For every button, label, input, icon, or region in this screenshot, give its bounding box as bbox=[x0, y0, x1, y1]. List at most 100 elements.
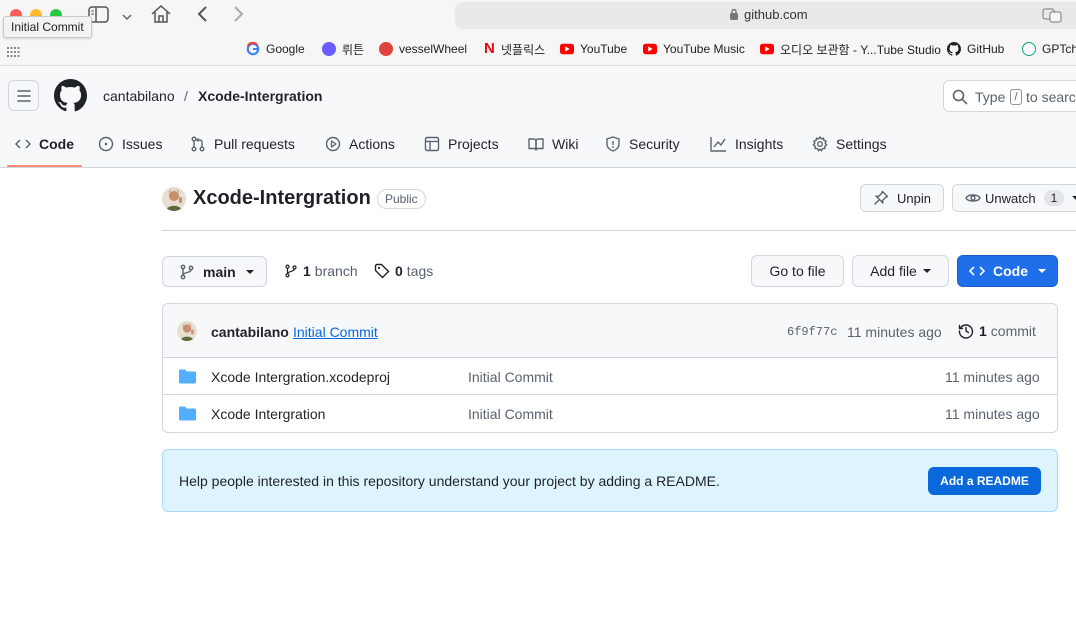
tab-code[interactable]: Code bbox=[15, 136, 74, 152]
youtube-icon bbox=[560, 43, 574, 55]
bookmark-youtube-studio[interactable]: 오디오 보관함 - Y...Tube Studio bbox=[760, 41, 941, 57]
tags-link[interactable]: 0 tags bbox=[374, 263, 433, 279]
caret-down-icon bbox=[245, 269, 254, 274]
bookmark-label: YouTube Music bbox=[663, 42, 745, 56]
unwatch-button[interactable]: Unwatch 1 bbox=[952, 184, 1076, 212]
history-icon bbox=[958, 324, 974, 339]
hamburger-icon bbox=[17, 90, 31, 102]
commit-message-link[interactable]: Initial Commit bbox=[293, 324, 378, 340]
file-time: 11 minutes ago bbox=[945, 406, 1040, 422]
bookmark-github[interactable]: GitHub bbox=[947, 41, 1004, 57]
caret-down-icon bbox=[1072, 196, 1076, 200]
tooltip: Initial Commit bbox=[3, 16, 92, 38]
bookmark-chatgpt[interactable]: GPTch bbox=[1022, 41, 1076, 57]
unpin-button[interactable]: Unpin bbox=[860, 184, 944, 212]
tab-pull-requests[interactable]: Pull requests bbox=[190, 136, 295, 152]
back-icon[interactable] bbox=[196, 5, 210, 26]
owner-avatar[interactable] bbox=[162, 187, 186, 211]
bookmark-wrtn[interactable]: 뤼튼 bbox=[322, 41, 364, 57]
tab-wiki[interactable]: Wiki bbox=[528, 136, 578, 152]
tab-projects[interactable]: Projects bbox=[424, 136, 499, 152]
tab-insights[interactable]: Insights bbox=[710, 136, 783, 152]
breadcrumb-owner[interactable]: cantabilano bbox=[103, 88, 175, 104]
unwatch-label: Unwatch bbox=[985, 190, 1036, 206]
go-to-file-label: Go to file bbox=[769, 263, 826, 279]
commit-history-link[interactable]: 1 commit bbox=[958, 323, 1036, 339]
file-row[interactable]: Xcode Intergration.xcodeproj Initial Com… bbox=[163, 358, 1057, 395]
file-commit-message[interactable]: Initial Commit bbox=[468, 369, 553, 385]
tab-security[interactable]: Security bbox=[605, 136, 680, 152]
youtube-icon bbox=[760, 43, 774, 55]
folder-icon bbox=[179, 369, 196, 384]
tab-label: Actions bbox=[349, 136, 395, 152]
add-file-label: Add file bbox=[870, 263, 917, 279]
folder-icon bbox=[179, 406, 196, 421]
bookmark-label: GPTch bbox=[1042, 42, 1076, 56]
tab-label: Security bbox=[629, 136, 680, 152]
file-browser: cantabilano Initial Commit 6f9f77c 11 mi… bbox=[162, 303, 1058, 433]
tab-actions[interactable]: Actions bbox=[325, 136, 395, 152]
caret-down-icon bbox=[922, 269, 931, 273]
code-button-label: Code bbox=[993, 263, 1028, 279]
commit-count-label: commit bbox=[990, 323, 1036, 339]
gear-icon bbox=[812, 136, 828, 152]
chatgpt-icon bbox=[1022, 42, 1036, 56]
pull-request-icon bbox=[191, 136, 205, 152]
bookmark-label: vesselWheel bbox=[399, 42, 468, 56]
repo-title[interactable]: Xcode-Intergration bbox=[193, 187, 371, 210]
search-placeholder-post: to searc bbox=[1026, 89, 1076, 105]
add-readme-button[interactable]: Add a README bbox=[928, 467, 1041, 495]
tab-label: Settings bbox=[836, 136, 887, 152]
visibility-badge: Public bbox=[377, 189, 426, 209]
commit-sha[interactable]: 6f9f77c bbox=[787, 325, 837, 339]
file-name[interactable]: Xcode Intergration.xcodeproj bbox=[211, 369, 390, 385]
bookmark-label: YouTube bbox=[580, 42, 628, 56]
google-icon bbox=[246, 42, 260, 56]
file-name[interactable]: Xcode Intergration bbox=[211, 406, 325, 422]
translate-icon[interactable] bbox=[1042, 7, 1062, 26]
commit-author[interactable]: cantabilano bbox=[211, 324, 289, 340]
bookmark-netflix[interactable]: N 넷플릭스 bbox=[484, 41, 545, 57]
tab-issues[interactable]: Issues bbox=[98, 136, 162, 152]
bookmark-label: GitHub bbox=[967, 42, 1005, 56]
bookmark-youtube-music[interactable]: YouTube Music bbox=[643, 41, 745, 57]
lock-icon bbox=[729, 8, 739, 24]
play-icon bbox=[325, 136, 341, 152]
readme-prompt-text: Help people interested in this repositor… bbox=[179, 473, 720, 489]
forward-icon[interactable] bbox=[231, 5, 245, 26]
tab-label: Wiki bbox=[552, 136, 579, 152]
file-row[interactable]: Xcode Intergration Initial Commit 11 min… bbox=[163, 395, 1057, 432]
bookmark-label: 오디오 보관함 - Y...Tube Studio bbox=[780, 42, 941, 57]
search-placeholder-pre: Type bbox=[975, 89, 1006, 105]
apps-grid-icon[interactable] bbox=[7, 44, 20, 60]
chevron-down-icon[interactable] bbox=[121, 9, 133, 25]
home-icon[interactable] bbox=[150, 4, 172, 27]
tab-label: Pull requests bbox=[214, 136, 295, 152]
bookmark-vesselwheel[interactable]: vesselWheel bbox=[379, 41, 467, 57]
add-file-button[interactable]: Add file bbox=[852, 255, 949, 287]
branch-select-button[interactable]: main bbox=[162, 256, 267, 287]
go-to-file-button[interactable]: Go to file bbox=[751, 255, 844, 287]
browser-toolbar: github.com Google 뤼튼 vesselWheel N 넷플릭스 … bbox=[0, 0, 1076, 66]
github-logo-icon[interactable] bbox=[54, 79, 88, 115]
branches-link[interactable]: 1 branch bbox=[284, 263, 358, 279]
file-commit-message[interactable]: Initial Commit bbox=[468, 406, 553, 422]
menu-button[interactable] bbox=[8, 80, 39, 111]
vesselwheel-icon bbox=[379, 42, 393, 56]
tab-settings[interactable]: Settings bbox=[812, 136, 887, 152]
tab-label: Code bbox=[39, 136, 74, 152]
bookmark-youtube[interactable]: YouTube bbox=[560, 41, 627, 57]
commit-author-avatar[interactable] bbox=[177, 321, 197, 341]
shield-icon bbox=[606, 136, 620, 152]
code-dropdown-button[interactable]: Code bbox=[957, 255, 1058, 287]
watch-count: 1 bbox=[1043, 190, 1065, 206]
search-icon bbox=[952, 89, 968, 105]
search-input[interactable]: Type / to searc bbox=[943, 80, 1076, 112]
unpin-label: Unpin bbox=[897, 190, 931, 206]
bookmark-google[interactable]: Google bbox=[246, 41, 305, 57]
active-tab-indicator bbox=[7, 165, 82, 167]
breadcrumb-repo[interactable]: Xcode-Intergration bbox=[198, 88, 322, 104]
bookmark-label: 뤼튼 bbox=[342, 42, 365, 57]
branch-name: main bbox=[203, 263, 236, 280]
tag-count: 0 bbox=[395, 263, 403, 279]
